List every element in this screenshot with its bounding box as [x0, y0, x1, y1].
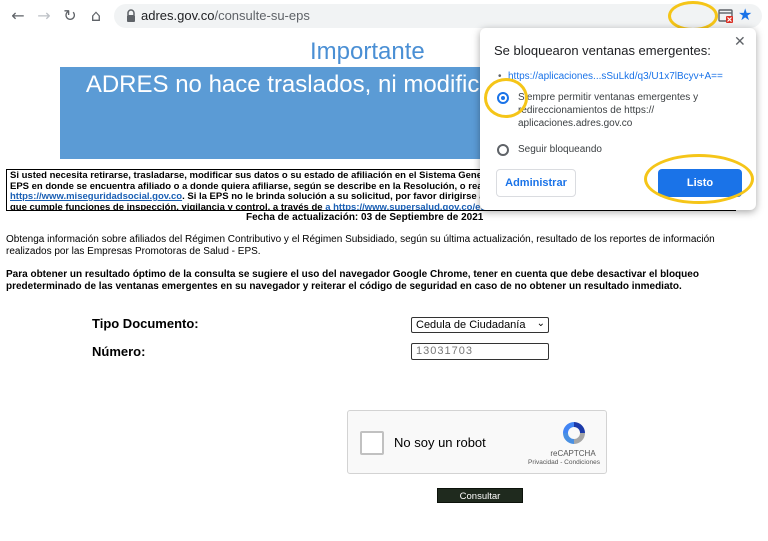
- recaptcha-label: No soy un robot: [394, 435, 486, 450]
- chevron-down-icon: ⌄: [536, 318, 545, 329]
- back-arrow-icon[interactable]: ←: [8, 6, 28, 26]
- consultar-button[interactable]: Consultar: [437, 488, 523, 503]
- blocked-popup-link[interactable]: • https://aplicaciones...sSuLkd/q3/U1x7lB…: [498, 71, 723, 82]
- manage-button[interactable]: Administrar: [496, 169, 576, 197]
- url-text: adres.gov.co/consulte-su-eps: [141, 8, 310, 23]
- recaptcha-logo-icon: [563, 422, 585, 444]
- keep-blocking-radio[interactable]: [497, 144, 509, 156]
- forward-arrow-icon[interactable]: →: [34, 6, 54, 26]
- done-button[interactable]: Listo: [658, 169, 742, 197]
- info-paragraph: Obtenga información sobre afiliados del …: [6, 234, 715, 257]
- tipo-documento-select[interactable]: Cedula de Ciudadanía ⌄: [411, 317, 549, 333]
- recaptcha-brand: reCAPTCHA: [550, 449, 596, 458]
- recaptcha-links[interactable]: Privacidad - Condiciones: [520, 459, 608, 466]
- numero-label: Número:: [92, 344, 146, 359]
- numero-input[interactable]: 13031703: [411, 343, 549, 360]
- important-title: Importante: [310, 38, 425, 65]
- popup-blocked-icon[interactable]: [718, 9, 734, 23]
- allow-popups-radio[interactable]: [497, 92, 509, 104]
- recaptcha-widget: No soy un robot reCAPTCHA Privacidad - C…: [347, 410, 607, 474]
- home-icon[interactable]: ⌂: [86, 6, 106, 26]
- allow-popups-label: Siempre permitir ventanas emergentes y r…: [518, 92, 699, 129]
- tipo-documento-label: Tipo Documento:: [92, 316, 199, 331]
- close-icon[interactable]: ✕: [734, 34, 746, 50]
- star-icon[interactable]: ★: [738, 5, 752, 24]
- warning-banner: ADRES no hace traslados, ni modificacion…: [60, 67, 694, 159]
- lock-icon: [127, 9, 135, 22]
- miseguridadsocial-link[interactable]: https://www.miseguridadsocial.gov.co: [10, 191, 182, 202]
- update-date: Fecha de actualización: 03 de Septiembre…: [246, 212, 484, 223]
- browser-advice-paragraph: Para obtener un resultado óptimo de la c…: [6, 269, 699, 292]
- address-bar[interactable]: adres.gov.co/consulte-su-eps ★: [114, 4, 762, 28]
- popup-blocked-bubble: Se bloquearon ventanas emergentes: ✕ • ht…: [480, 28, 756, 210]
- bubble-title: Se bloquearon ventanas emergentes:: [494, 43, 711, 58]
- reload-icon[interactable]: ↻: [60, 6, 80, 26]
- recaptcha-checkbox[interactable]: [360, 431, 384, 455]
- keep-blocking-label: Seguir bloqueando: [518, 144, 602, 155]
